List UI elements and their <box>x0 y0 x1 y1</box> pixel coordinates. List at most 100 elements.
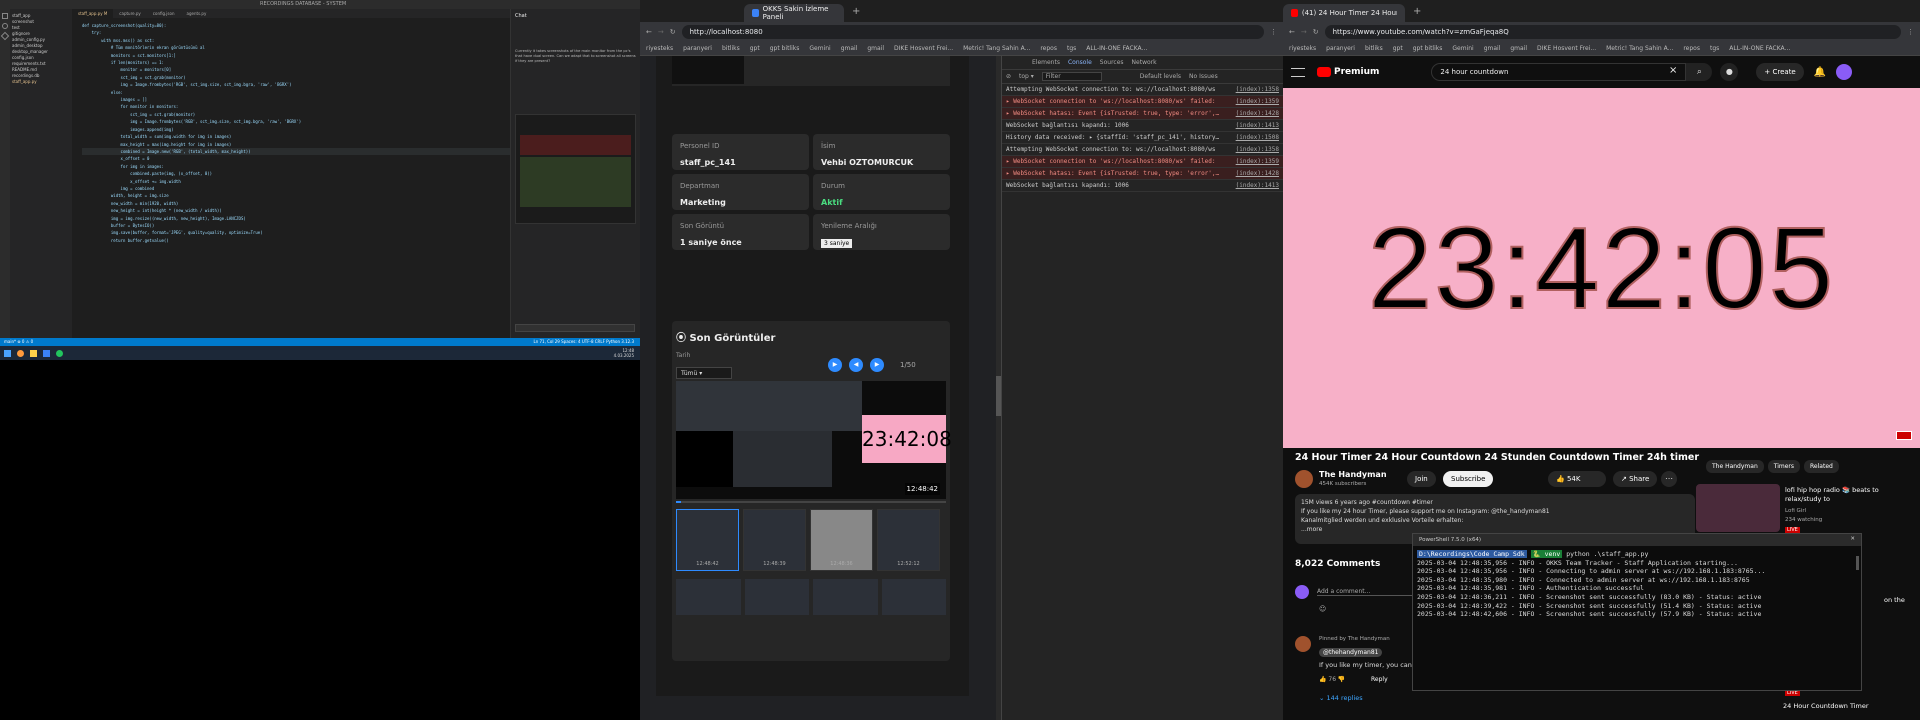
subscribe-button[interactable]: Subscribe <box>1443 471 1494 487</box>
console-filter[interactable]: Filter <box>1041 72 1102 81</box>
youtube-logo[interactable]: Premium <box>1317 67 1379 77</box>
new-tab-button[interactable]: + <box>1413 6 1421 17</box>
devtools-tab[interactable]: Console <box>1068 59 1092 66</box>
menu-icon[interactable]: ⋮ <box>1907 28 1914 36</box>
clear-icon[interactable]: × <box>1669 65 1677 76</box>
bookmark-item[interactable]: bitliks <box>1365 45 1383 52</box>
terminal-scrollbar[interactable] <box>1856 556 1859 570</box>
related-title-2[interactable]: 24 Hour Countdown Timer <box>1783 702 1869 710</box>
share-button[interactable]: ↗ Share <box>1613 471 1658 487</box>
channel-avatar[interactable] <box>1295 470 1313 488</box>
console-source-link[interactable]: (index):1359 <box>1236 97 1279 106</box>
video-player[interactable]: 23:42:05 <box>1283 88 1920 448</box>
console-source-link[interactable]: (index):1358 <box>1236 145 1279 154</box>
explorer-icon[interactable] <box>2 13 8 19</box>
console-source-link[interactable]: (index):1428 <box>1236 169 1279 178</box>
yt-url-field[interactable]: https://www.youtube.com/watch?v=zmGaFjeq… <box>1324 25 1901 39</box>
levels-select[interactable]: Default levels <box>1140 73 1181 80</box>
source-control-icon[interactable] <box>0 31 10 41</box>
bookmark-item[interactable]: gpt <box>750 45 760 52</box>
close-icon[interactable]: ✕ <box>1850 536 1855 542</box>
terminal-output[interactable]: D:\Recordings\Code Camp Sdk 🐍 venv pytho… <box>1413 546 1861 623</box>
console-source-link[interactable]: (index):1413 <box>1236 121 1279 130</box>
prev-icon[interactable]: ◀ <box>849 358 863 372</box>
thumbnail[interactable]: 12:48:39 <box>743 509 806 571</box>
bookmark-item[interactable]: gpt bitliks <box>770 45 800 52</box>
code-editor[interactable]: def capture_screenshot(quality=80): try:… <box>72 22 510 338</box>
bookmark-item[interactable]: Metric! Tang Sahin A... <box>963 45 1030 52</box>
start-icon[interactable] <box>4 349 11 357</box>
replies-link[interactable]: ⌄ 144 replies <box>1319 694 1363 702</box>
like-button[interactable]: 👍 54K <box>1548 471 1606 487</box>
bookmark-item[interactable]: repos <box>1040 45 1057 52</box>
hamburger-icon[interactable] <box>1291 67 1305 77</box>
file-item[interactable]: staff_app.py <box>12 79 70 85</box>
info-value[interactable]: 3 saniye <box>821 239 853 248</box>
channel-name[interactable]: The Handyman <box>1319 470 1387 479</box>
vscode-icon[interactable] <box>43 349 50 357</box>
thumbnail[interactable]: 12:48:42 <box>676 509 739 571</box>
back-icon[interactable]: ← <box>646 28 652 36</box>
reload-icon[interactable]: ↻ <box>670 28 676 36</box>
bookmark-item[interactable]: paranyeri <box>1326 45 1355 52</box>
bookmark-item[interactable]: ALL-IN-ONE FACKA... <box>1729 45 1790 52</box>
bookmark-item[interactable]: repos <box>1683 45 1700 52</box>
search-icon[interactable]: ⌕ <box>1686 63 1713 81</box>
console-source-link[interactable]: (index):1358 <box>1236 85 1279 94</box>
bookmark-item[interactable]: gpt <box>1393 45 1403 52</box>
thumbnail[interactable]: 12:48:36 <box>810 509 873 571</box>
console-source-link[interactable]: (index):1508 <box>1236 133 1279 142</box>
next-icon[interactable]: ▶ <box>870 358 884 372</box>
emoji-icon[interactable]: ☺ <box>1319 605 1326 613</box>
tab-okks[interactable]: OKKS Sakin İzleme Paneli <box>744 4 844 22</box>
bell-icon[interactable]: 🔔 <box>1814 67 1826 78</box>
bookmark-item[interactable]: DIKE Hosvent Frei... <box>894 45 953 52</box>
issues-count[interactable]: No Issues <box>1189 73 1218 80</box>
editor-tab[interactable]: config.json <box>147 9 181 18</box>
bookmark-item[interactable]: riyesteks <box>1289 45 1316 52</box>
tab-youtube[interactable]: (41) 24 Hour Timer 24 Hour C... <box>1283 4 1405 22</box>
avatar[interactable] <box>1836 64 1853 80</box>
editor-tab[interactable]: capture.py <box>113 9 147 18</box>
search-icon[interactable] <box>2 23 8 29</box>
bookmark-item[interactable]: paranyeri <box>683 45 712 52</box>
bookmark-item[interactable]: gmail <box>841 45 858 52</box>
menu-icon[interactable]: ⋮ <box>1270 28 1277 36</box>
chip[interactable]: Timers <box>1767 460 1801 473</box>
bookmark-item[interactable]: tgs <box>1710 45 1719 52</box>
devtools-tab[interactable]: Network <box>1132 59 1157 66</box>
bookmark-item[interactable]: Metric! Tang Sahin A... <box>1606 45 1673 52</box>
clear-icon[interactable]: ⊘ <box>1006 73 1011 80</box>
main-preview[interactable]: 23:42:08 12:48:42 <box>676 381 952 499</box>
bookmark-item[interactable]: riyesteks <box>646 45 673 52</box>
bookmark-item[interactable]: Gemini <box>809 45 830 52</box>
devtools-tab[interactable]: Sources <box>1100 59 1124 66</box>
more-actions-icon[interactable]: ⋯ <box>1661 471 1677 487</box>
editor-tab[interactable]: staff_app.py M <box>72 9 114 18</box>
bookmark-item[interactable]: gmail <box>1510 45 1527 52</box>
thumbnail[interactable]: 12:52:12 <box>877 509 940 571</box>
bookmark-item[interactable]: bitliks <box>722 45 740 52</box>
yt-search-input[interactable]: 24 hour countdown × <box>1431 63 1687 81</box>
new-tab-button[interactable]: + <box>852 6 860 17</box>
forward-icon[interactable]: → <box>1301 28 1307 36</box>
chip[interactable]: The Handyman <box>1706 460 1764 473</box>
devtools-tab[interactable]: Elements <box>1032 59 1060 66</box>
mic-icon[interactable]: ● <box>1720 63 1739 81</box>
editor-tab[interactable]: agents.py <box>181 9 213 18</box>
comment-like-icon[interactable]: 👍 76 👎 <box>1319 676 1345 683</box>
chat-input[interactable] <box>515 324 635 332</box>
chip[interactable]: Related <box>1804 460 1839 473</box>
console-source-link[interactable]: (index):1428 <box>1236 109 1279 118</box>
date-select[interactable]: Tümü ▾ <box>676 367 732 379</box>
chrome-icon[interactable] <box>56 349 63 357</box>
bookmark-item[interactable]: tgs <box>1067 45 1076 52</box>
bookmark-item[interactable]: gpt bitliks <box>1413 45 1443 52</box>
reload-icon[interactable]: ↻ <box>1313 28 1319 36</box>
bookmark-item[interactable]: gmail <box>867 45 884 52</box>
create-button[interactable]: + Create <box>1756 63 1804 81</box>
related-title[interactable]: lofi hip hop radio 📚 beats to relax/stud… <box>1785 486 1905 504</box>
status-left[interactable]: main* ⊗ 0 ⚠ 0 <box>4 339 33 344</box>
back-icon[interactable]: ← <box>1289 28 1295 36</box>
console-source-link[interactable]: (index):1413 <box>1236 181 1279 190</box>
